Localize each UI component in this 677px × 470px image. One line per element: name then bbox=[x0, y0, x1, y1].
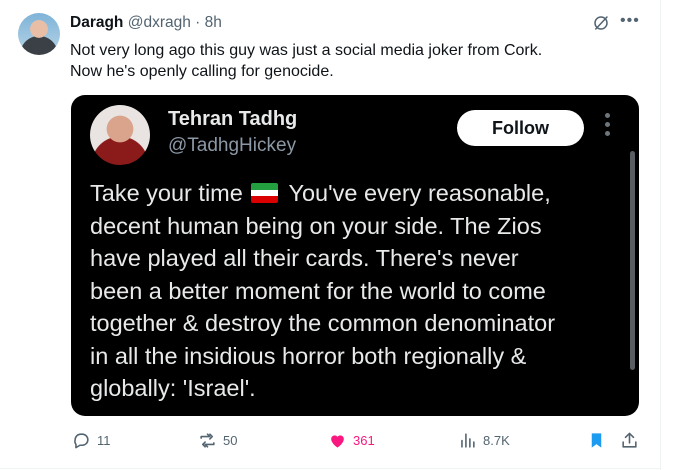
tweet-divider bbox=[0, 468, 660, 469]
author-handle[interactable]: @dxragh bbox=[128, 14, 191, 31]
tweet-actions: 11 50 361 8.7K bbox=[0, 428, 660, 452]
card-text-line: together & destroy the common denominato… bbox=[90, 310, 556, 336]
repost-icon bbox=[200, 432, 215, 448]
follow-button: Follow bbox=[457, 110, 584, 146]
card-text: Take your time You've every reasonable, … bbox=[90, 177, 630, 405]
card-text-line: Take your time You've every reasonable, bbox=[90, 177, 630, 210]
card-scrollbar bbox=[630, 151, 635, 370]
author-name[interactable]: Daragh bbox=[70, 14, 123, 31]
bookmark-button[interactable] bbox=[587, 428, 606, 452]
flag-stripe-red bbox=[251, 196, 279, 203]
card-text-line: globally: 'Israel'. bbox=[90, 375, 256, 401]
tweet-text-line: Not very long ago this guy was just a so… bbox=[70, 42, 543, 59]
bookmark-filled-icon bbox=[591, 432, 602, 448]
separator-dot: · bbox=[195, 14, 201, 31]
tweet-header: Daragh @dxragh · 8h bbox=[70, 14, 222, 32]
card-text-line: been a better moment for the world to co… bbox=[90, 277, 546, 304]
reply-icon bbox=[74, 432, 89, 448]
tweet-time[interactable]: 8h bbox=[205, 14, 222, 31]
reply-button[interactable]: 11 bbox=[72, 428, 111, 452]
timeline-border bbox=[660, 0, 661, 470]
card-author-handle: @TadhgHickey bbox=[168, 135, 297, 156]
repost-button[interactable]: 50 bbox=[198, 428, 237, 452]
like-button[interactable]: 361 bbox=[328, 428, 375, 452]
heart-filled-icon bbox=[331, 434, 344, 448]
view-count: 8.7K bbox=[483, 432, 510, 448]
tweet-text-line: Now he's openly calling for genocide. bbox=[70, 63, 334, 80]
reply-count: 11 bbox=[97, 432, 111, 448]
share-icon bbox=[622, 432, 637, 448]
tweet-text: Not very long ago this guy was just a so… bbox=[70, 40, 650, 82]
card-avatar bbox=[90, 105, 150, 165]
card-text-line: have played all their cards. There's nev… bbox=[90, 245, 519, 271]
avatar[interactable] bbox=[18, 13, 60, 55]
more-icon[interactable]: ••• bbox=[620, 13, 640, 32]
views-button[interactable]: 8.7K bbox=[458, 428, 510, 452]
iran-flag-icon bbox=[251, 183, 279, 203]
card-text-line: decent human being on your side. The Zio… bbox=[90, 212, 542, 239]
like-count: 361 bbox=[353, 432, 375, 448]
card-text-segment: Take your time bbox=[90, 180, 243, 206]
flag-stripe-green bbox=[251, 183, 279, 190]
repost-count: 50 bbox=[223, 432, 238, 448]
card-text-line: in all the insidious horror both regiona… bbox=[90, 342, 527, 369]
card-more-icon bbox=[603, 113, 611, 141]
card-text-segment: You've every reasonable, bbox=[288, 180, 551, 206]
flag-stripe-white bbox=[251, 189, 279, 197]
views-icon bbox=[461, 432, 475, 448]
card-author-name: Tehran Tadhg bbox=[168, 108, 298, 130]
grok-icon[interactable] bbox=[592, 14, 610, 32]
share-button[interactable] bbox=[620, 428, 639, 452]
embedded-tweet-screenshot[interactable]: Tehran Tadhg @TadhgHickey Follow Take yo… bbox=[71, 95, 639, 416]
